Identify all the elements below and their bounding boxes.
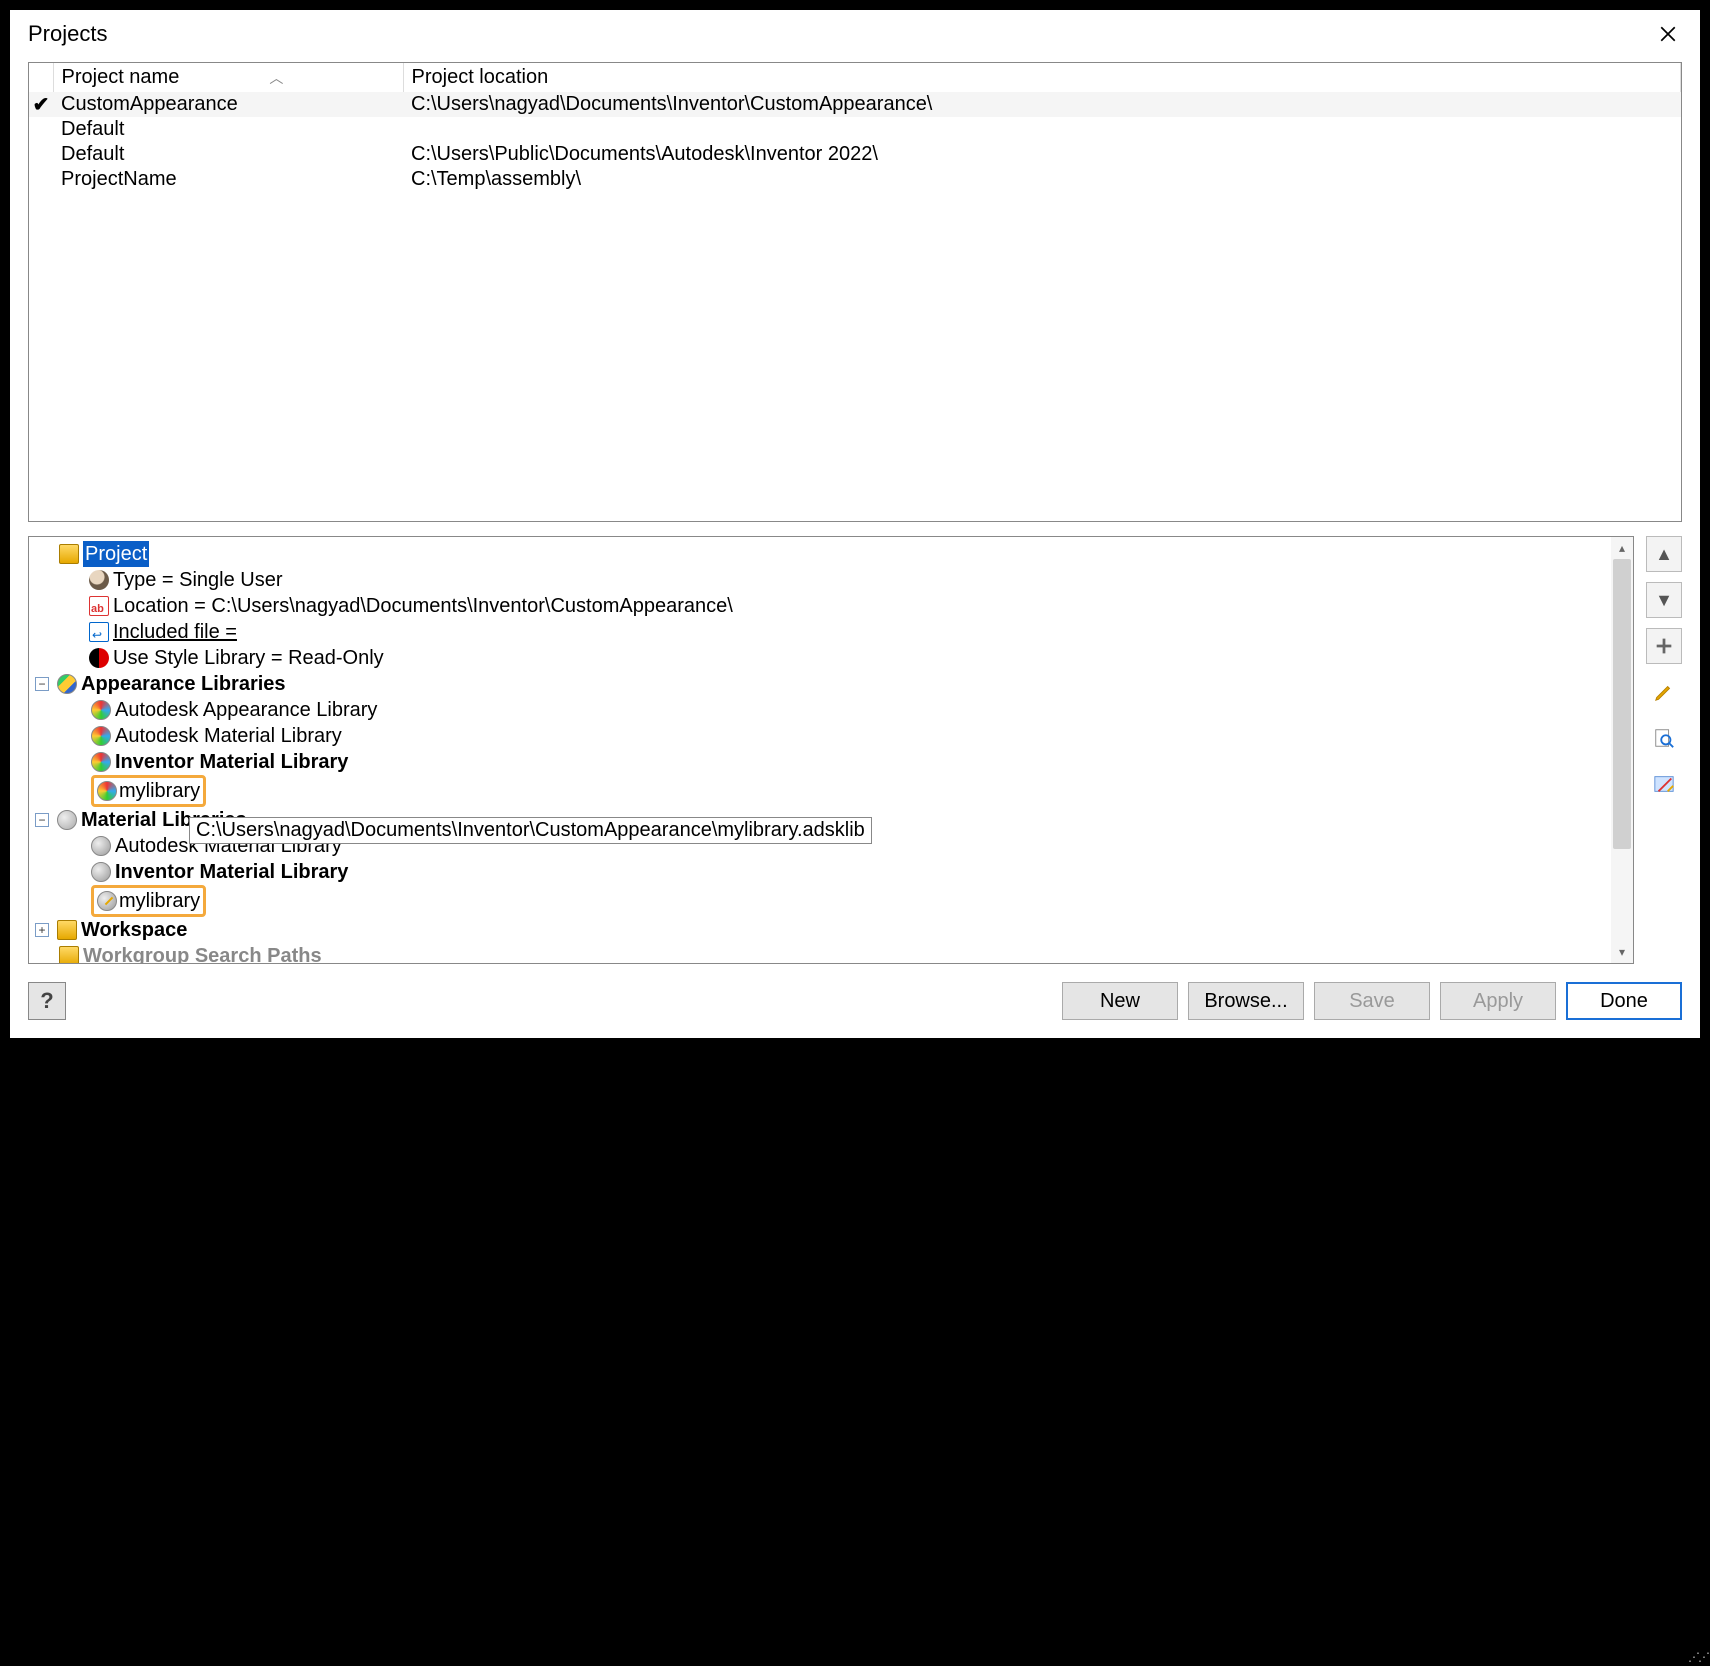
scroll-thumb[interactable]	[1613, 559, 1631, 849]
move-up-button[interactable]: ▲	[1646, 536, 1682, 572]
resize-grip[interactable]: ⋰⋰	[1688, 1650, 1708, 1664]
tree-root[interactable]: Project	[35, 541, 1627, 567]
tree-appearance-item-mylibrary[interactable]: mylibrary	[35, 775, 1627, 807]
workspace-icon	[57, 920, 77, 940]
table-row[interactable]: ✔ CustomAppearance C:\Users\nagyad\Docum…	[29, 92, 1681, 117]
project-icon	[59, 544, 79, 564]
sort-asc-icon: ︿	[179, 70, 283, 86]
add-button[interactable]	[1646, 628, 1682, 664]
tree-workspace[interactable]: + Workspace	[35, 917, 1627, 943]
material-item-icon	[97, 891, 117, 911]
save-button[interactable]: Save	[1314, 982, 1430, 1020]
dialog-title: Projects	[28, 21, 107, 47]
edit-button[interactable]	[1646, 674, 1682, 710]
include-icon	[89, 622, 109, 642]
workgroup-icon	[59, 946, 79, 964]
apply-button[interactable]: Apply	[1440, 982, 1556, 1020]
project-list[interactable]: Project name︿ Project location ✔ CustomA…	[28, 62, 1682, 522]
style-icon	[89, 648, 109, 668]
close-button[interactable]	[1654, 20, 1682, 48]
help-button[interactable]: ?	[28, 982, 66, 1020]
find-button[interactable]	[1646, 720, 1682, 756]
collapse-icon[interactable]: −	[35, 813, 49, 827]
project-tree[interactable]: Project Type = Single User Location = C:…	[28, 536, 1634, 964]
location-icon	[89, 596, 109, 616]
material-item-icon	[91, 862, 111, 882]
tree-appearance-item[interactable]: Inventor Material Library	[35, 749, 1627, 775]
tree-appearance-item[interactable]: Autodesk Appearance Library	[35, 697, 1627, 723]
tree-location[interactable]: Location = C:\Users\nagyad\Documents\Inv…	[35, 593, 1627, 619]
tree-style-library[interactable]: Use Style Library = Read-Only	[35, 645, 1627, 671]
table-row[interactable]: ProjectName C:\Temp\assembly\	[29, 167, 1681, 192]
appearance-item-icon	[97, 781, 117, 801]
projects-dialog: Projects Project name︿ Project location	[10, 10, 1700, 1038]
tree-included-file[interactable]: Included file =	[35, 619, 1627, 645]
move-down-button[interactable]: ▼	[1646, 582, 1682, 618]
side-toolbar: ▲ ▼	[1634, 536, 1682, 964]
table-row[interactable]: Default C:\Users\Public\Documents\Autode…	[29, 142, 1681, 167]
column-project-name[interactable]: Project name︿	[53, 63, 403, 92]
user-icon	[89, 570, 109, 590]
scroll-down-icon[interactable]: ▾	[1611, 941, 1633, 963]
browse-button[interactable]: Browse...	[1188, 982, 1304, 1020]
bottom-bar: ? New Browse... Save Apply Done	[10, 964, 1700, 1038]
material-lib-icon	[57, 810, 77, 830]
tree-scrollbar[interactable]: ▴ ▾	[1611, 537, 1633, 963]
titlebar: Projects	[10, 10, 1700, 62]
tree-material-item-mylibrary[interactable]: mylibrary	[35, 885, 1627, 917]
tree-appearance-libraries[interactable]: − Appearance Libraries	[35, 671, 1627, 697]
tree-workgroup[interactable]: Workgroup Search Paths	[35, 943, 1627, 964]
new-button[interactable]: New	[1062, 982, 1178, 1020]
tree-type[interactable]: Type = Single User	[35, 567, 1627, 593]
appearance-item-icon	[91, 700, 111, 720]
tree-appearance-item[interactable]: Autodesk Material Library	[35, 723, 1627, 749]
appearance-lib-icon	[57, 674, 77, 694]
collapse-icon[interactable]: −	[35, 677, 49, 691]
done-button[interactable]: Done	[1566, 982, 1682, 1020]
material-item-icon	[91, 836, 111, 856]
tree-material-item[interactable]: Inventor Material Library	[35, 859, 1627, 885]
configure-button[interactable]	[1646, 766, 1682, 802]
appearance-item-icon	[91, 752, 111, 772]
table-row[interactable]: Default	[29, 117, 1681, 142]
appearance-item-icon	[91, 726, 111, 746]
scroll-up-icon[interactable]: ▴	[1611, 537, 1633, 559]
tooltip: C:\Users\nagyad\Documents\Inventor\Custo…	[189, 817, 872, 844]
column-project-location[interactable]: Project location	[403, 63, 1681, 92]
expand-icon[interactable]: +	[35, 923, 49, 937]
active-check-icon: ✔	[33, 94, 50, 116]
